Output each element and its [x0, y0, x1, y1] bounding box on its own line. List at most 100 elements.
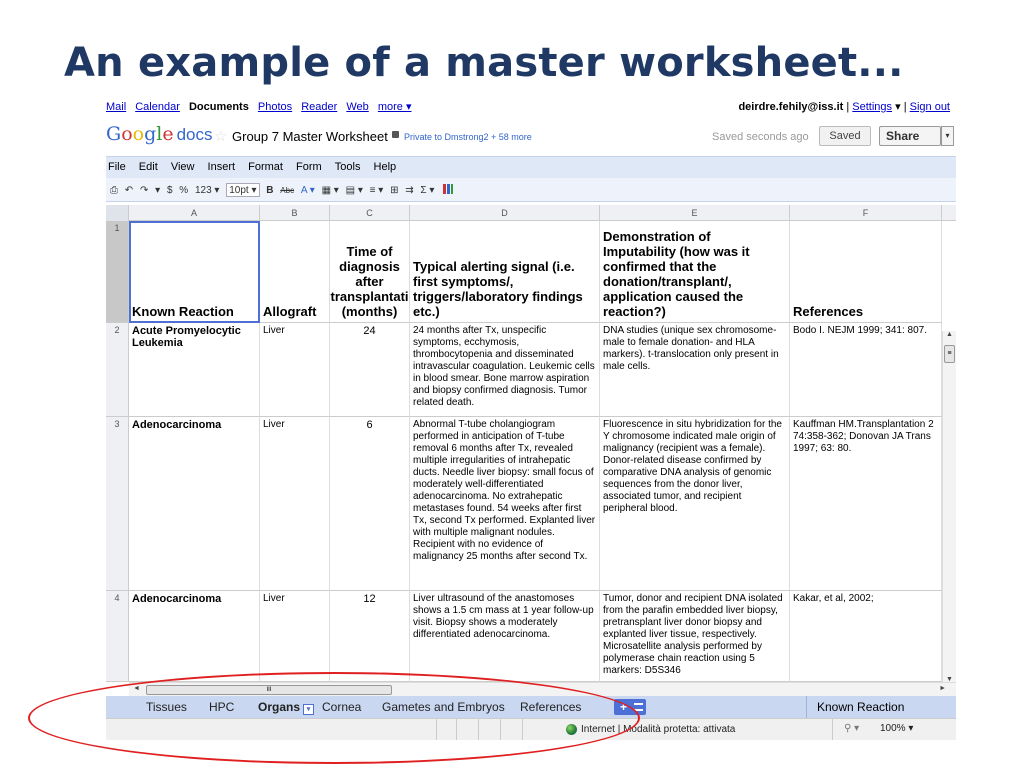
settings-arrow-icon[interactable]: ▾ — [895, 101, 901, 113]
cell-c4[interactable]: 12 — [330, 591, 410, 682]
cell-f3[interactable]: Kauffman HM.Transplantation 2 74:358-362… — [790, 417, 942, 591]
google-bar: Mail Calendar Documents Photos Reader We… — [106, 96, 956, 116]
merge-cells-icon[interactable]: ⊞ — [390, 184, 398, 198]
cell-e1[interactable]: Demonstration of Imputability (how was i… — [600, 221, 790, 323]
menu-file[interactable]: File — [108, 161, 126, 173]
sign-out-link[interactable]: Sign out — [910, 101, 950, 113]
cell-a3[interactable]: Adenocarcinoma — [129, 417, 260, 591]
column-header-c[interactable]: C — [330, 205, 410, 221]
font-size-dropdown[interactable]: 10pt ▾ — [226, 183, 260, 197]
link-calendar[interactable]: Calendar — [135, 101, 180, 113]
cell-e3[interactable]: Fluorescence in situ hybridization for t… — [600, 417, 790, 591]
link-mail[interactable]: Mail — [106, 101, 126, 113]
add-sheet-button[interactable]: + — [614, 699, 646, 715]
sheet-tab-organs[interactable]: Organs ▾ — [258, 700, 315, 715]
google-docs-logo[interactable]: Google docs — [106, 123, 213, 145]
menu-help[interactable]: Help — [374, 161, 397, 173]
sheet-tab-tissues[interactable]: Tissues — [146, 700, 187, 714]
fill-color-dropdown[interactable]: ▦ ▾ — [322, 184, 339, 198]
cell-d2[interactable]: 24 months after Tx, unspecific symptoms,… — [410, 323, 600, 417]
print-icon[interactable]: ⎙ — [110, 184, 118, 198]
saved-button[interactable]: Saved — [819, 126, 871, 146]
wrap-text-icon[interactable]: ⇉ — [405, 184, 413, 198]
currency-format-button[interactable]: $ — [167, 184, 173, 198]
paint-format-icon[interactable]: ▾ — [155, 184, 160, 198]
cell-c3[interactable]: 6 — [330, 417, 410, 591]
scroll-right-icon[interactable]: ► — [939, 685, 946, 692]
scroll-left-icon[interactable]: ◄ — [133, 685, 140, 692]
menu-edit[interactable]: Edit — [139, 161, 158, 173]
cell-b1[interactable]: Allograft — [260, 221, 330, 323]
cell-a1[interactable]: Known Reaction — [129, 221, 260, 323]
cell-d3[interactable]: Abnormal T-tube cholangiogram performed … — [410, 417, 600, 591]
zoom-dropdown-icon[interactable]: ▾ — [908, 723, 913, 734]
scroll-up-icon[interactable]: ▲ — [946, 331, 953, 338]
zoom-icon[interactable]: ⚲ ▾ — [844, 723, 859, 734]
row-header-3[interactable]: 3 — [106, 417, 129, 591]
sheet-menu-dropdown-icon[interactable]: ▾ — [303, 704, 315, 715]
link-photos[interactable]: Photos — [258, 101, 292, 113]
undo-icon[interactable]: ↶ — [125, 184, 133, 198]
text-color-dropdown[interactable]: A ▾ — [301, 184, 315, 198]
column-header-d[interactable]: D — [410, 205, 600, 221]
percent-format-button[interactable]: % — [179, 184, 188, 198]
menu-view[interactable]: View — [171, 161, 195, 173]
cell-f2[interactable]: Bodo I. NEJM 1999; 341: 807. — [790, 323, 942, 417]
horizontal-scrollbar[interactable]: ◄ III ► — [129, 682, 956, 696]
document-title[interactable]: Group 7 Master Worksheet — [232, 129, 388, 144]
menu-insert[interactable]: Insert — [208, 161, 236, 173]
column-header-f[interactable]: F — [790, 205, 942, 221]
sheet-tab-hpc[interactable]: HPC — [209, 700, 234, 714]
share-button[interactable]: Share — [879, 126, 941, 146]
column-header-a[interactable]: A — [129, 205, 260, 221]
zoom-level[interactable]: 100% ▾ — [880, 723, 913, 734]
cell-d1[interactable]: Typical alerting signal (i.e. first symp… — [410, 221, 600, 323]
cell-f4[interactable]: Kakar, et al, 2002; — [790, 591, 942, 682]
cell-b3[interactable]: Liver — [260, 417, 330, 591]
row-header-2[interactable]: 2 — [106, 323, 129, 417]
select-all-corner[interactable] — [106, 205, 129, 221]
redo-icon[interactable]: ↷ — [140, 184, 148, 198]
account-links: deirdre.fehily@iss.it | Settings ▾ | Sig… — [738, 100, 950, 113]
menu-tools[interactable]: Tools — [335, 161, 361, 173]
column-header-b[interactable]: B — [260, 205, 330, 221]
cell-c1[interactable]: Time of diagnosis after transplantati (m… — [330, 221, 410, 323]
cell-b2[interactable]: Liver — [260, 323, 330, 417]
cell-a4[interactable]: Adenocarcinoma — [129, 591, 260, 682]
cell-c2[interactable]: 24 — [330, 323, 410, 417]
row-header-1[interactable]: 1 — [106, 221, 129, 323]
settings-link[interactable]: Settings — [852, 101, 892, 113]
strikethrough-button[interactable]: Abc — [280, 184, 294, 198]
cell-a2[interactable]: Acute Promyelocytic Leukemia — [129, 323, 260, 417]
star-icon[interactable]: ☆ — [214, 127, 227, 145]
borders-dropdown[interactable]: ▤ ▾ — [346, 184, 363, 198]
link-documents[interactable]: Documents — [189, 101, 249, 113]
link-web[interactable]: Web — [346, 101, 368, 113]
menu-form[interactable]: Form — [296, 161, 322, 173]
sharing-status-link[interactable]: Private to Dmstrong2 + 58 more — [404, 132, 532, 142]
cell-e2[interactable]: DNA studies (unique sex chromosome- male… — [600, 323, 790, 417]
functions-dropdown[interactable]: Σ ▾ — [420, 184, 434, 198]
sheet-list-icon[interactable] — [634, 703, 643, 711]
number-format-dropdown[interactable]: 123 ▾ — [195, 184, 219, 198]
chart-icon[interactable] — [443, 184, 454, 194]
sheet-tab-gametes-and-embryos[interactable]: Gametes and Embryos — [382, 700, 505, 714]
cell-b4[interactable]: Liver — [260, 591, 330, 682]
google-docs-window: Mail Calendar Documents Photos Reader We… — [106, 96, 956, 740]
column-header-e[interactable]: E — [600, 205, 790, 221]
share-dropdown-icon[interactable]: ▾ — [941, 126, 954, 146]
cell-d4[interactable]: Liver ultrasound of the anastomoses show… — [410, 591, 600, 682]
menu-format[interactable]: Format — [248, 161, 283, 173]
horizontal-scroll-thumb[interactable]: III — [146, 685, 392, 695]
cell-e4[interactable]: Tumor, donor and recipient DNA isolated … — [600, 591, 790, 682]
vertical-scroll-thumb[interactable]: ≡ — [944, 345, 955, 363]
row-header-4[interactable]: 4 — [106, 591, 129, 682]
link-more[interactable]: more ▾ — [378, 101, 412, 113]
link-reader[interactable]: Reader — [301, 101, 337, 113]
vertical-scrollbar[interactable]: ▲ ≡ ▼ — [942, 331, 956, 683]
sheet-tab-cornea[interactable]: Cornea — [322, 700, 361, 714]
cell-f1[interactable]: References — [790, 221, 942, 323]
align-dropdown[interactable]: ≡ ▾ — [370, 184, 384, 198]
sheet-tab-references[interactable]: References — [520, 700, 581, 714]
bold-button[interactable]: B — [266, 184, 273, 198]
